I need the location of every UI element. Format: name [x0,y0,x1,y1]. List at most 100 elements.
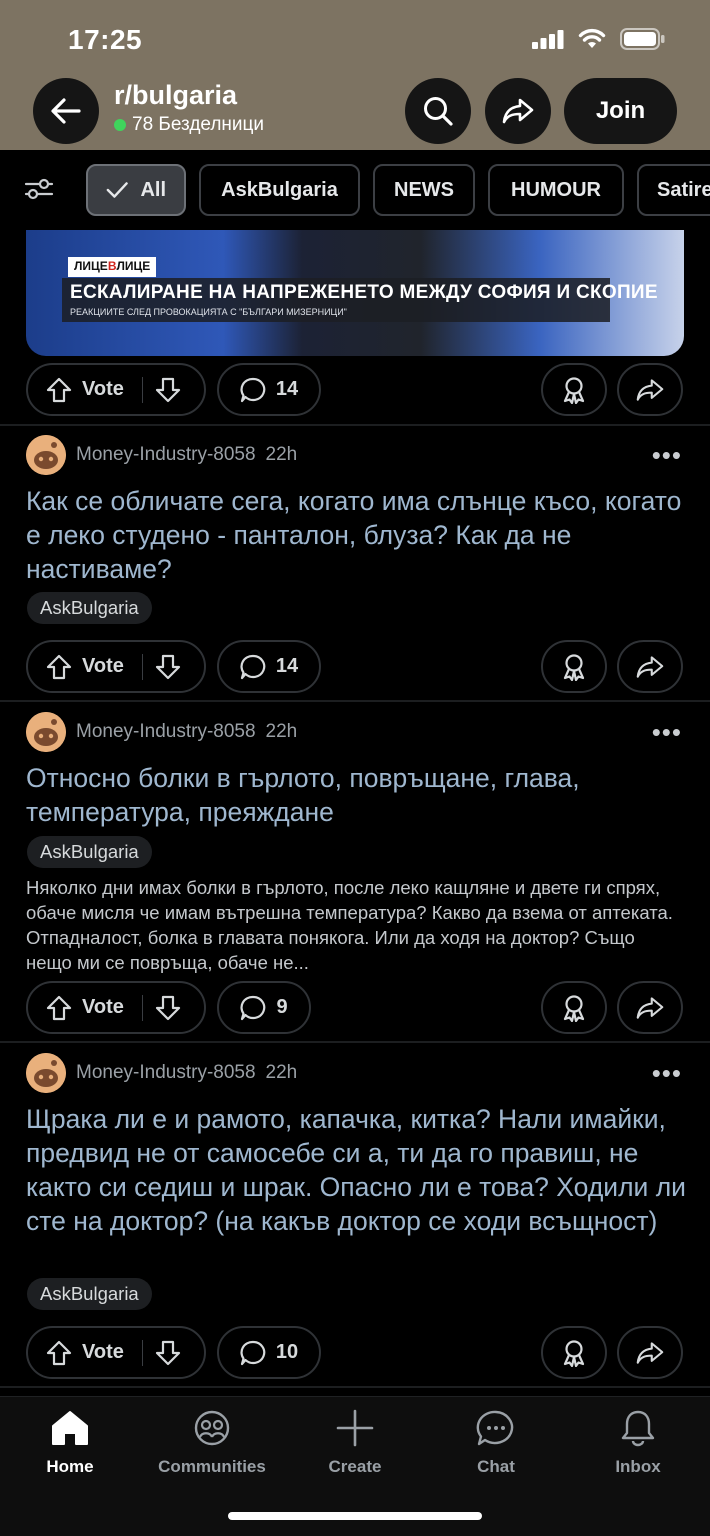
post-age: 22h [265,1062,298,1083]
comment-count: 14 [275,655,299,677]
post-flair[interactable]: AskBulgaria [27,1278,152,1310]
comment-icon [240,1340,266,1365]
communities-icon [194,1410,230,1446]
comment-icon [240,995,266,1020]
post-author-row: Money-Industry-8058 22h [26,435,297,475]
upvote-icon[interactable] [46,995,72,1021]
thumbnail-subheadline: РЕАКЦИИТЕ СЛЕД ПРОВОКАЦИЯТА С "БЪЛГАРИ М… [70,307,347,317]
filter-settings-button[interactable] [24,176,54,207]
share-button[interactable] [617,1326,683,1379]
upvote-icon[interactable] [46,1340,72,1366]
share-button[interactable] [617,363,683,416]
vote-label: Vote [82,1341,124,1363]
downvote-icon[interactable] [155,654,181,680]
comments-button[interactable]: 14 [217,640,321,693]
nav-create[interactable]: Create [295,1409,415,1477]
chip-all[interactable]: All [86,164,186,216]
award-button[interactable] [541,981,607,1034]
nav-communities-label: Communities [158,1457,266,1476]
vote-divider [141,994,143,1021]
post-author-row: Money-Industry-8058 22h [26,712,297,752]
snoo-avatar-icon [26,1053,66,1093]
home-indicator[interactable] [228,1512,482,1520]
post-flair[interactable]: AskBulgaria [27,836,152,868]
award-icon [563,653,585,681]
downvote-icon[interactable] [155,995,181,1021]
subreddit-name[interactable]: r/bulgaria [114,80,237,111]
back-arrow-icon [51,98,81,124]
downvote-icon[interactable] [155,377,181,403]
nav-inbox[interactable]: Inbox [578,1409,698,1477]
search-icon [424,97,453,126]
more-options-icon[interactable]: ••• [652,719,682,745]
share-button[interactable] [617,981,683,1034]
chip-all-label: All [140,178,166,201]
checkmark-icon [106,182,128,198]
upvote-icon[interactable] [46,377,72,403]
post-divider [0,1386,710,1388]
nav-chat[interactable]: Chat [436,1409,556,1477]
vote-controls: Vote [26,640,206,693]
post-author[interactable]: Money-Industry-8058 [76,1062,256,1084]
post-body-preview[interactable]: Няколко дни имах болки в гърлото, после … [26,875,684,975]
award-button[interactable] [541,640,607,693]
post-author[interactable]: Money-Industry-8058 [76,444,256,466]
post-flair[interactable]: AskBulgaria [27,592,152,624]
online-dot-icon [114,119,126,131]
share-icon [636,378,664,401]
chip-humour[interactable]: HUMOUR [488,164,624,216]
comments-button[interactable]: 9 [217,981,311,1034]
award-button[interactable] [541,1326,607,1379]
back-button[interactable] [33,78,99,144]
comment-count: 9 [276,996,288,1018]
thumbnail-headline: ЕСКАЛИРАНЕ НА НАПРЕЖЕНЕТО МЕЖДУ СОФИЯ И … [70,282,658,303]
more-options-icon[interactable]: ••• [652,442,682,468]
nav-create-label: Create [328,1457,382,1476]
vote-label: Vote [82,378,124,400]
award-icon [563,376,585,404]
award-button[interactable] [541,363,607,416]
status-time: 17:25 [68,24,143,55]
status-bar: 17:25 [0,0,710,80]
post-age: 22h [265,721,298,742]
chip-satire[interactable]: Satire [637,164,710,216]
vote-controls: Vote [26,981,206,1034]
post-divider [0,1041,710,1043]
chip-askbulgaria[interactable]: AskBulgaria [199,164,360,216]
avatar[interactable] [26,435,66,475]
comment-count: 14 [275,378,299,400]
vote-controls: Vote [26,1326,206,1379]
snoo-avatar-icon [26,435,66,475]
wifi-icon [578,28,606,48]
post-title[interactable]: Щрака ли е и рамото, капачка, китка? Нал… [26,1102,691,1238]
share-button[interactable] [617,640,683,693]
share-icon [636,1341,664,1364]
nav-communities[interactable]: Communities [152,1409,272,1477]
avatar[interactable] [26,712,66,752]
post-title[interactable]: Как се обличате сега, когато има слънце … [26,484,691,586]
post-thumbnail[interactable]: ЛИЦЕВЛИЦЕ ЕСКАЛИРАНЕ НА НАПРЕЖЕНЕТО МЕЖД… [26,230,684,356]
chip-news[interactable]: NEWS [373,164,475,216]
more-options-icon[interactable]: ••• [652,1060,682,1086]
thumbnail-show-tag: ЛИЦЕВЛИЦЕ [68,257,157,277]
comments-button[interactable]: 14 [217,363,321,416]
comment-count: 10 [275,1341,299,1363]
online-members-label: 78 Безделници [132,114,265,135]
share-subreddit-button[interactable] [485,78,551,144]
vote-controls: Vote [26,363,206,416]
post-divider [0,424,710,426]
downvote-icon[interactable] [155,1340,181,1366]
upvote-icon[interactable] [46,654,72,680]
post-author[interactable]: Money-Industry-8058 [76,721,256,743]
search-button[interactable] [405,78,471,144]
plus-icon [336,1409,374,1447]
nav-home-label: Home [46,1457,94,1476]
comments-button[interactable]: 10 [217,1326,321,1379]
vote-label: Vote [82,655,124,677]
vote-divider [141,653,143,680]
join-button[interactable]: Join [564,78,677,144]
avatar[interactable] [26,1053,66,1093]
post-title[interactable]: Относно болки в гърлото, повръщане, глав… [26,761,691,829]
thumbnail-headline-banner: ЕСКАЛИРАНЕ НА НАПРЕЖЕНЕТО МЕЖДУ СОФИЯ И … [62,278,658,322]
nav-home[interactable]: Home [10,1409,130,1477]
